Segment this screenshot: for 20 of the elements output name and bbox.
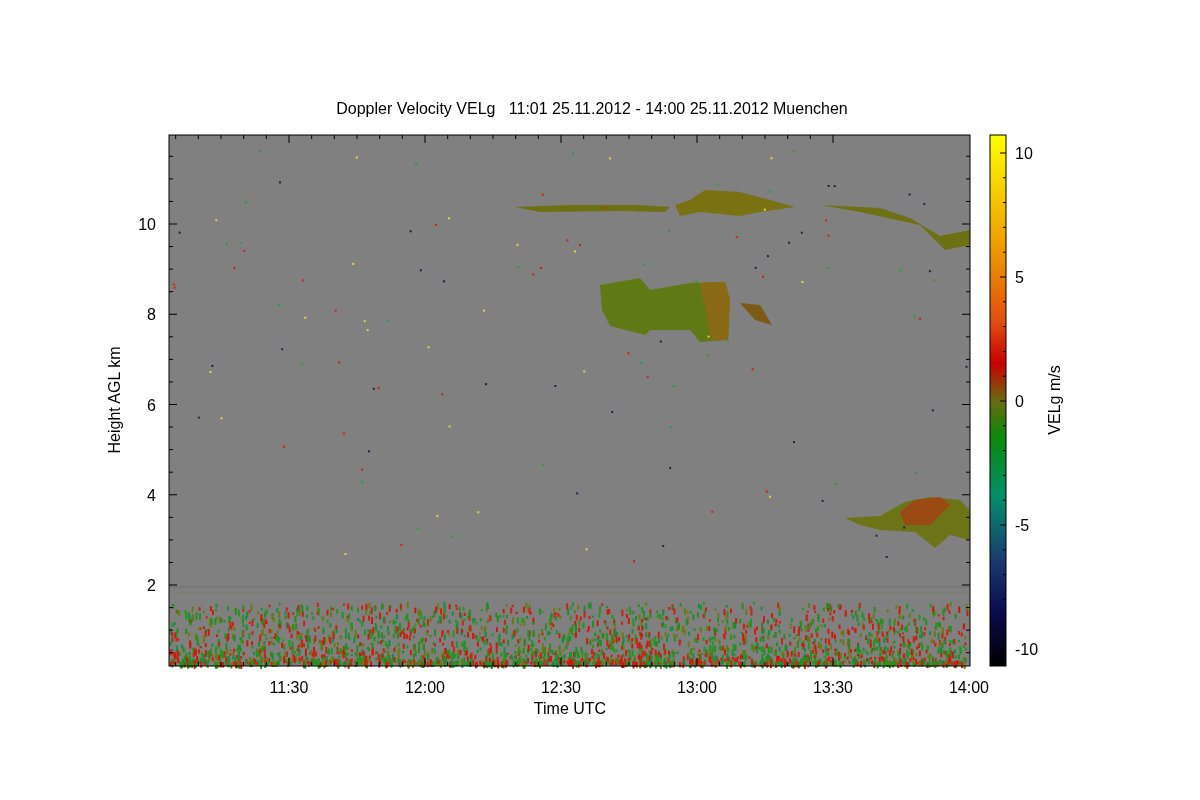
colorbar-tick-label: 5 [1015,269,1024,286]
y-tick-label: 6 [147,396,156,414]
x-axis-title: Time UTC [533,700,607,717]
y-tick-label: 8 [147,306,156,324]
y-tick-label: 2 [147,577,156,594]
colorbar-tick-label: -10 [1015,641,1039,658]
x-tick-label: 12:30 [541,679,581,696]
chart-title: Doppler Velocity VELg 11:01 25.11.2012 - 14:00 25.11.2012 Muenchen [336,100,848,117]
x-tick-label: 14:00 [949,679,989,696]
x-tick-label: 11:30 [269,679,309,696]
y-axis-title: Height AGL km [106,346,123,454]
x-tick-label: 12:00 [405,679,445,696]
x-tick-label: 13:00 [677,679,717,696]
colorbar-tick-label: -5 [1015,517,1030,534]
y-tick-label: 4 [147,486,156,504]
x-tick-label: 13:30 [813,679,853,696]
colorbar-tick-label: 10 [1015,145,1033,162]
colorbar-title: VELg m/s [1046,365,1063,435]
y-tick-label: 10 [138,216,156,233]
colorbar-tick-label: 0 [1015,393,1024,410]
